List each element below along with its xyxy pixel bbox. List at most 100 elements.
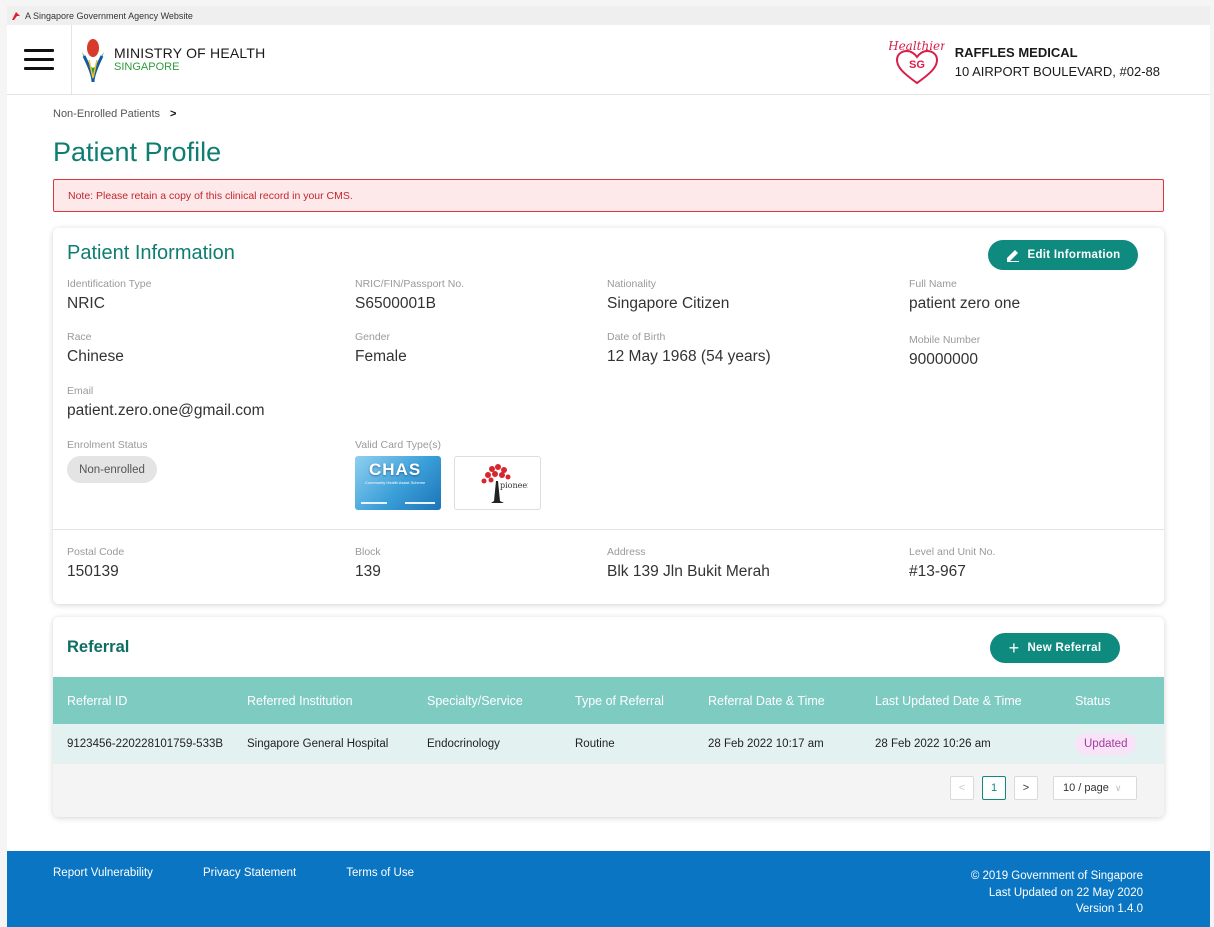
page: A Singapore Government Agency Website MI…: [7, 6, 1210, 927]
id-type-field: Identification Type NRIC: [67, 278, 151, 313]
privacy-statement-link[interactable]: Privacy Statement: [203, 867, 296, 879]
clinic-info: Healthier SG RAFFLES MEDICAL 10 AIRPORT …: [889, 37, 1160, 87]
unit-value: #13-967: [909, 563, 966, 580]
nationality-field: Nationality Singapore Citizen: [607, 278, 729, 313]
unit-label: Level and Unit No.: [909, 546, 996, 558]
header: MINISTRY OF HEALTH SINGAPORE Healthier S…: [7, 24, 1210, 95]
block-label: Block: [355, 546, 381, 558]
page-1-button[interactable]: 1: [982, 776, 1006, 800]
pioneer-tree-icon: pioneer: [481, 464, 528, 503]
ministry-title: MINISTRY OF HEALTH: [114, 44, 266, 61]
pioneer-card-text: pioneer: [500, 481, 528, 490]
email-value: patient.zero.one@gmail.com: [67, 402, 265, 419]
pencil-icon: [1006, 250, 1019, 262]
block-field: Block 139: [355, 546, 381, 581]
breadcrumb-item-non-enrolled[interactable]: Non-Enrolled Patients: [53, 108, 160, 120]
chas-card-title: CHAS: [369, 460, 422, 479]
address-label: Address: [607, 546, 646, 558]
column-header[interactable]: Status: [1061, 677, 1164, 724]
new-referral-button[interactable]: + New Referral: [990, 633, 1120, 663]
address-value: Blk 139 Jln Bukit Merah: [607, 563, 770, 580]
gov-agency-text: A Singapore Government Agency Website: [25, 10, 193, 21]
copyright-text: © 2019 Government of Singapore: [970, 870, 1143, 882]
chas-card-image: CHAS Community Health Assist Scheme: [355, 456, 441, 510]
dob-label: Date of Birth: [607, 331, 666, 343]
full-name-field: Full Name patient zero one: [909, 278, 1020, 313]
unit-field: Level and Unit No. #13-967: [909, 546, 995, 581]
healthier-logo-sg: SG: [909, 59, 925, 71]
pagination-bar: < 1 > 10 / page ∨: [53, 764, 1164, 817]
race-field: Race Chinese: [67, 331, 124, 366]
edit-information-label: Edit Information: [1027, 249, 1121, 261]
mobile-value: 90000000: [909, 351, 978, 368]
last-updated-cell: 28 Feb 2022 10:26 am: [861, 724, 1061, 764]
referral-table: Referral ID Referred Institution Special…: [53, 677, 1164, 764]
institution-cell: Singapore General Hospital: [233, 724, 413, 764]
gov-agency-bar: A Singapore Government Agency Website: [7, 6, 1210, 25]
full-name-value: patient zero one: [909, 295, 1021, 312]
breadcrumb-separator: >: [170, 108, 177, 120]
page-size-value: 10 / page: [1063, 782, 1109, 794]
specialty-cell: Endocrinology: [413, 724, 561, 764]
id-type-label: Identification Type: [67, 278, 152, 290]
postal-code-value: 150139: [67, 563, 119, 580]
page-title: Patient Profile: [53, 137, 222, 167]
email-label: Email: [67, 385, 94, 397]
postal-code-label: Postal Code: [67, 546, 125, 558]
gender-label: Gender: [355, 331, 391, 343]
full-name-label: Full Name: [909, 278, 957, 290]
referral-type-cell: Routine: [561, 724, 694, 764]
mobile-field: Mobile Number 90000000: [909, 334, 980, 369]
singapore-lion-icon: [12, 11, 20, 20]
prev-page-button[interactable]: <: [950, 776, 974, 800]
breadcrumb: Non-Enrolled Patients >: [53, 108, 1164, 120]
column-header[interactable]: Last Updated Date & Time: [861, 677, 1061, 724]
referral-title: Referral: [67, 638, 130, 656]
enrolment-status-label: Enrolment Status: [67, 439, 148, 451]
dob-field: Date of Birth 12 May 1968 (54 years): [607, 331, 771, 366]
healthier-logo-text: Healthier: [889, 39, 945, 53]
report-vulnerability-link[interactable]: Report Vulnerability: [53, 867, 153, 879]
race-value: Chinese: [67, 348, 124, 365]
column-header[interactable]: Specialty/Service: [413, 677, 561, 724]
edit-information-button[interactable]: Edit Information: [988, 240, 1138, 270]
last-updated-text: Last Updated on 22 May 2020: [988, 886, 1143, 899]
menu-button[interactable]: [7, 24, 72, 95]
table-header-row: Referral ID Referred Institution Special…: [53, 677, 1164, 724]
page-size-select[interactable]: 10 / page ∨: [1053, 776, 1137, 800]
email-field: Email patient.zero.one@gmail.com: [67, 385, 265, 420]
address-field: Address Blk 139 Jln Bukit Merah: [607, 546, 770, 581]
next-page-button[interactable]: >: [1014, 776, 1038, 800]
patient-information-card: Patient Information Edit Information Ide…: [53, 228, 1164, 604]
clinic-address: 10 AIRPORT BOULEVARD, #02-88: [954, 64, 1160, 79]
new-referral-label: New Referral: [1027, 642, 1102, 654]
version-text: Version 1.4.0: [1075, 903, 1143, 916]
valid-cards-field: Valid Card Type(s) CHAS Community Health…: [355, 439, 541, 510]
moh-crest-icon: [82, 38, 104, 82]
terms-of-use-link[interactable]: Terms of Use: [346, 867, 414, 879]
column-header[interactable]: Referral ID: [53, 677, 233, 724]
enrolment-status-field: Enrolment Status Non-enrolled: [67, 439, 157, 483]
referral-id-cell[interactable]: 9123456-220228101759-533B: [53, 724, 233, 764]
column-header[interactable]: Referred Institution: [233, 677, 413, 724]
pagination: < 1 > 10 / page ∨: [950, 776, 1137, 800]
gender-field: Gender Female: [355, 331, 407, 366]
column-header[interactable]: Type of Referral: [561, 677, 694, 724]
nationality-label: Nationality: [607, 278, 657, 290]
status-cell: Updated: [1061, 724, 1164, 764]
column-header[interactable]: Referral Date & Time: [694, 677, 861, 724]
status-badge: Updated: [1075, 733, 1137, 755]
healthier-sg-logo: Healthier SG: [889, 39, 945, 85]
moh-logo[interactable]: MINISTRY OF HEALTH SINGAPORE: [80, 38, 265, 82]
referral-date-cell: 28 Feb 2022 10:17 am: [694, 724, 861, 764]
patient-information-title: Patient Information: [67, 242, 235, 264]
id-type-value: NRIC: [67, 295, 105, 312]
hamburger-icon: [24, 46, 54, 73]
nationality-value: Singapore Citizen: [607, 295, 730, 312]
race-label: Race: [67, 331, 92, 343]
table-row[interactable]: 9123456-220228101759-533B Singapore Gene…: [53, 724, 1164, 764]
block-value: 139: [355, 563, 381, 580]
clinic-name: RAFFLES MEDICAL: [954, 44, 1078, 60]
chas-card-subtitle: Community Health Assist Scheme: [365, 480, 426, 485]
nric-label: NRIC/FIN/Passport No.: [355, 278, 465, 290]
